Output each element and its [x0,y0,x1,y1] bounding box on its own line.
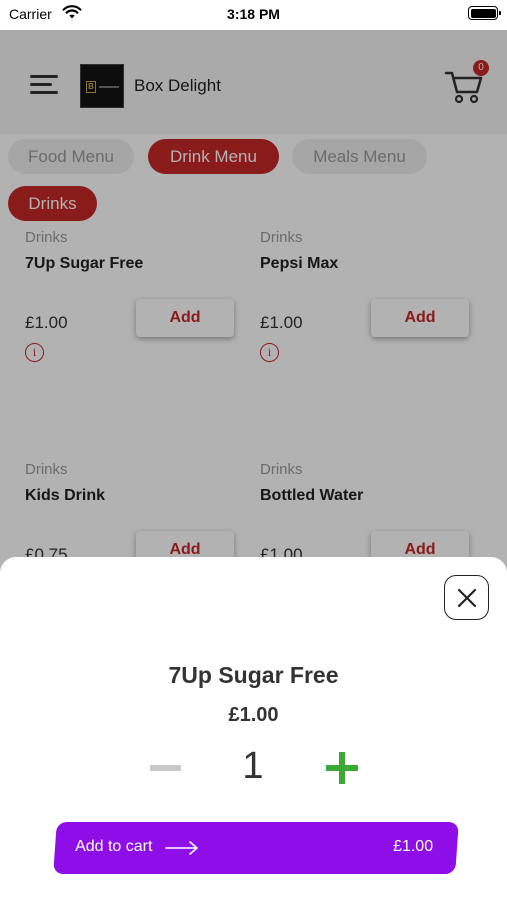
sheet-product-name: 7Up Sugar Free [168,662,339,688]
plus-icon[interactable] [326,752,358,784]
product-bottom-sheet: 7Up Sugar Free £1.00 1 Add to cart £1.00 [0,557,507,900]
quantity-value: 1 [242,745,264,787]
sheet-product-price: £1.00 [228,704,279,726]
status-bar: Carrier 3:18 PM [0,0,507,30]
close-icon [457,588,477,608]
add-to-cart-button[interactable]: Add to cart £1.00 [53,822,459,874]
arrow-right-icon [165,841,198,855]
status-time: 3:18 PM [227,6,280,22]
close-button[interactable] [444,575,489,620]
battery-icon [468,6,501,20]
add-to-cart-label: Add to cart [75,838,153,855]
minus-icon[interactable] [150,765,181,771]
add-to-cart-total: £1.00 [393,838,434,855]
